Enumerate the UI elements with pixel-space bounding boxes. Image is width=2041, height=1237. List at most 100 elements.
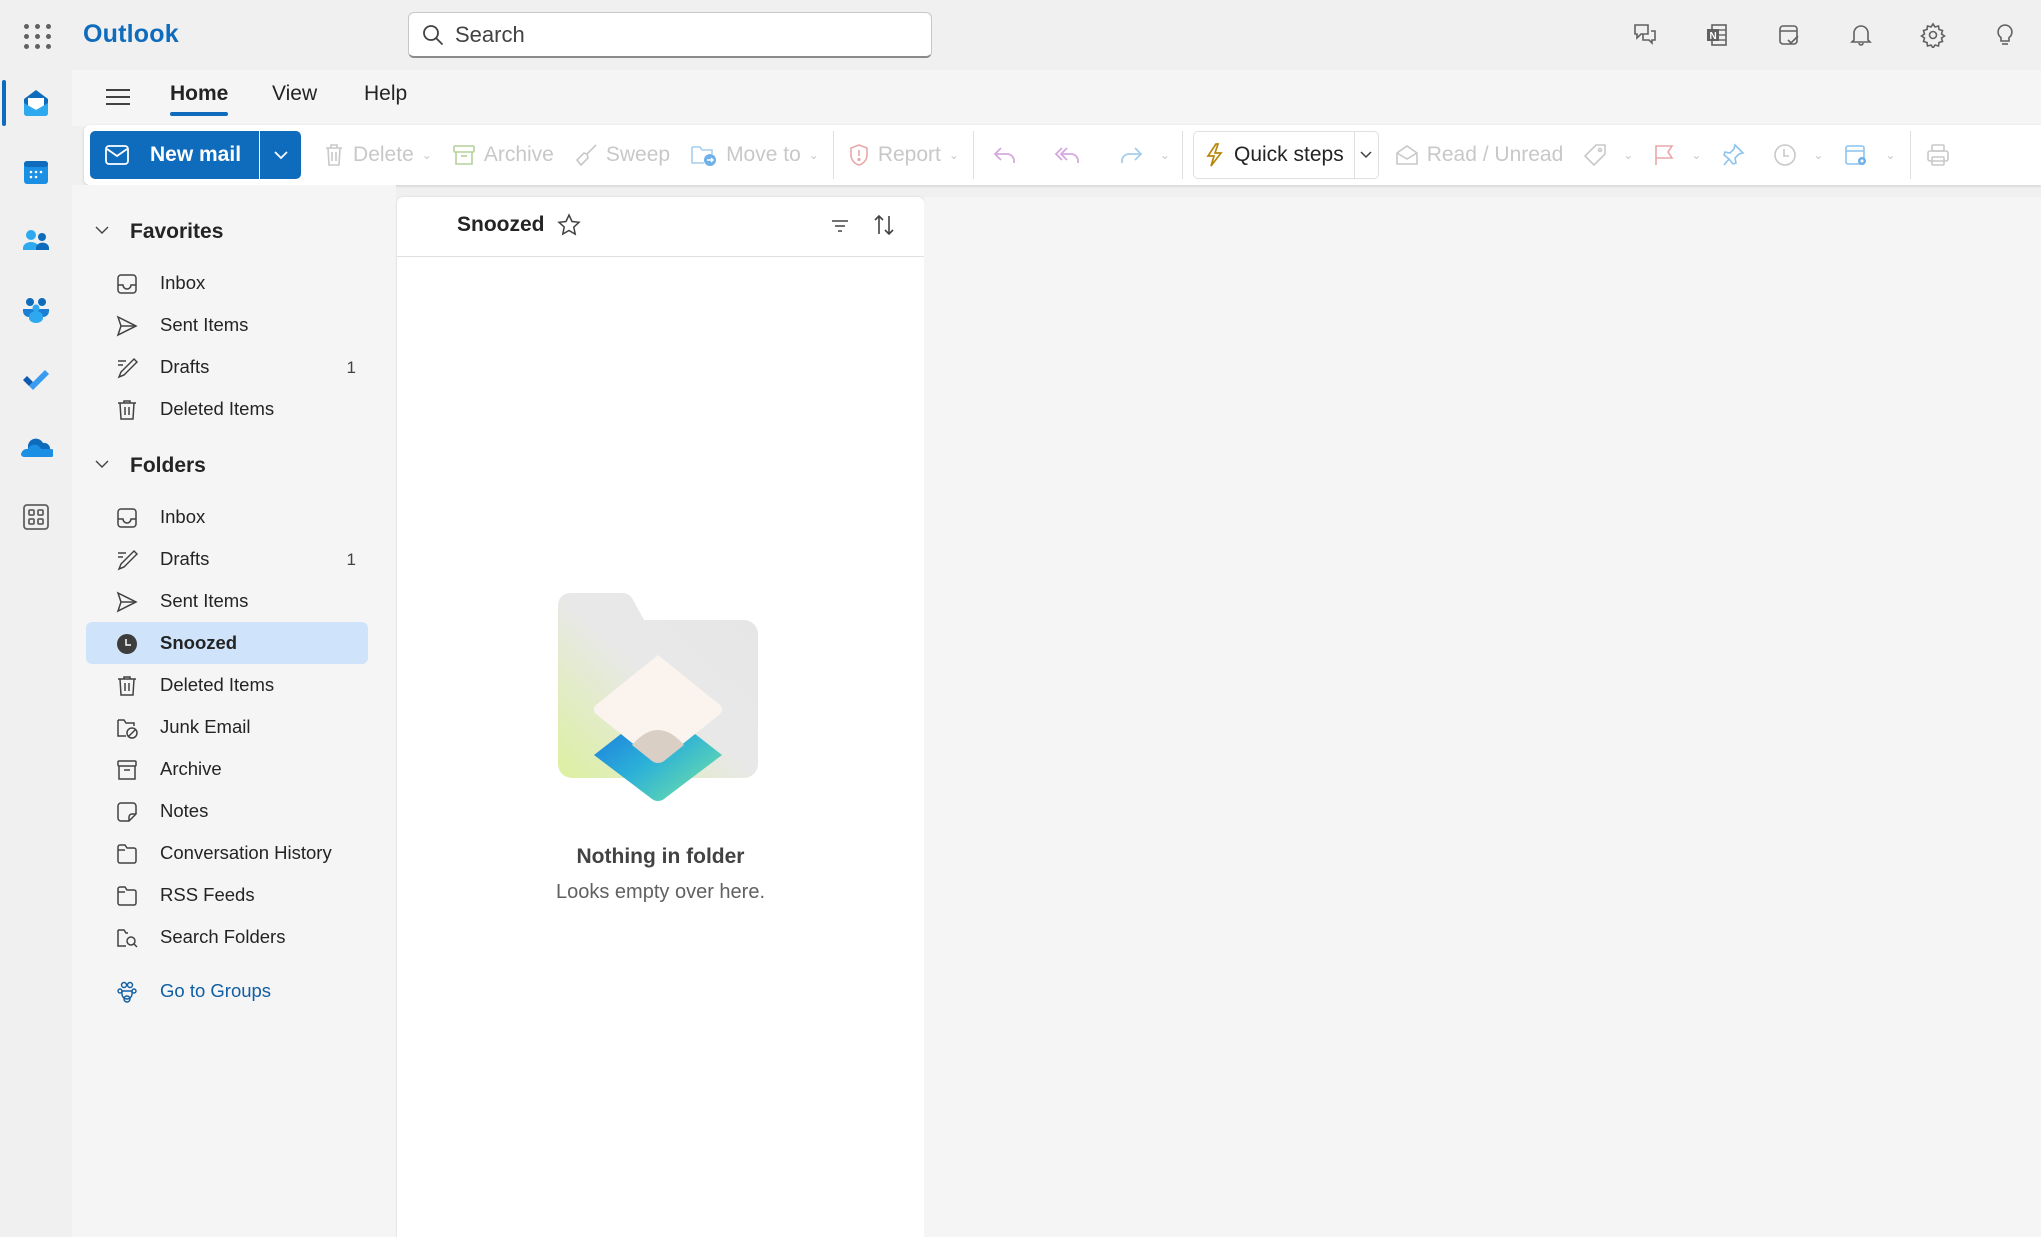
- folder-item-drafts[interactable]: Drafts 1: [86, 538, 368, 580]
- go-to-groups-link[interactable]: Go to Groups: [86, 970, 368, 1012]
- empty-state-title: Nothing in folder: [576, 845, 745, 868]
- sort-icon[interactable]: [871, 212, 897, 238]
- message-list-pane: Snoozed Nothing in folder Looks empty ov…: [397, 197, 924, 1237]
- folder-pane: Favorites Inbox Sent Items Drafts 1 Dele…: [72, 185, 396, 1237]
- move-folder-icon: [691, 146, 717, 166]
- archive-button[interactable]: Archive: [442, 133, 564, 177]
- send-icon: [116, 315, 138, 337]
- chevron-down-icon[interactable]: ⌄: [422, 148, 432, 162]
- rail-todo[interactable]: [0, 351, 72, 407]
- message-list-header: Snoozed: [397, 197, 924, 257]
- send-icon: [116, 591, 138, 613]
- rail-groups[interactable]: [0, 282, 72, 338]
- groups-icon: [117, 981, 137, 1003]
- feedback-icon[interactable]: [1609, 14, 1681, 56]
- folder-item-deleted-items[interactable]: Deleted Items: [86, 664, 368, 706]
- pin-button[interactable]: [1711, 133, 1763, 177]
- tips-lightbulb-icon[interactable]: [1969, 14, 2041, 56]
- chevron-down-icon[interactable]: ⌄: [1160, 148, 1170, 162]
- my-day-icon[interactable]: [1753, 14, 1825, 56]
- chevron-down-icon[interactable]: ⌄: [1623, 148, 1633, 162]
- folder-item-inbox[interactable]: Inbox: [86, 496, 368, 538]
- search-folder-icon: [117, 929, 138, 948]
- quick-steps-dropdown[interactable]: [1353, 132, 1378, 178]
- forward-button[interactable]: ⌄: [1104, 133, 1178, 177]
- folder-item-rss-feeds[interactable]: RSS Feeds: [86, 874, 368, 916]
- favorite-item-sent-items[interactable]: Sent Items: [86, 304, 368, 346]
- rail-more-apps[interactable]: [0, 489, 72, 545]
- print-button[interactable]: [1915, 133, 1969, 177]
- app-launcher-waffle-icon[interactable]: [20, 20, 51, 50]
- chevron-down-icon: [1360, 151, 1372, 159]
- quick-steps-button[interactable]: Quick steps: [1194, 142, 1354, 168]
- envelope-open-icon: [1395, 145, 1418, 165]
- folder-item-junk-email[interactable]: Junk Email: [86, 706, 368, 748]
- folder-item-sent-items[interactable]: Sent Items: [86, 580, 368, 622]
- folder-icon: [117, 844, 137, 864]
- new-mail-dropdown[interactable]: [259, 131, 301, 179]
- people-app-icon: [23, 230, 49, 250]
- reply-button[interactable]: [978, 133, 1040, 177]
- ribbon-tabs: Home View Help: [72, 70, 2041, 126]
- toolbar-divider: [1909, 131, 1911, 179]
- favorites-label: Favorites: [130, 220, 224, 243]
- empty-folder-illustration: [558, 592, 758, 801]
- hamburger-menu-icon[interactable]: [102, 84, 134, 112]
- more-apps-icon: [23, 504, 49, 530]
- tag-icon: [1584, 144, 1607, 167]
- star-favorite-icon[interactable]: [557, 213, 581, 237]
- flag-icon: [1655, 145, 1674, 165]
- onenote-icon[interactable]: N: [1681, 14, 1753, 56]
- folder-item-archive[interactable]: Archive: [86, 748, 368, 790]
- rail-onedrive[interactable]: [0, 420, 72, 476]
- unread-count: 1: [346, 358, 356, 377]
- snooze-button[interactable]: ⌄: [1763, 133, 1833, 177]
- sweep-button[interactable]: Sweep: [564, 133, 680, 177]
- tab-home[interactable]: Home: [170, 82, 229, 116]
- rail-calendar[interactable]: [0, 144, 72, 200]
- folder-item-search-folders[interactable]: Search Folders: [86, 916, 368, 958]
- folder-item-snoozed[interactable]: Snoozed: [86, 622, 368, 664]
- pin-icon: [1723, 143, 1745, 166]
- archive-label: Archive: [483, 143, 554, 166]
- chevron-down-icon[interactable]: ⌄: [809, 148, 819, 162]
- lightning-icon: [1206, 143, 1223, 167]
- rail-people[interactable]: [0, 213, 72, 269]
- unread-count: 1: [346, 550, 356, 569]
- archive-icon: [453, 145, 475, 165]
- read-unread-button[interactable]: Read / Unread: [1385, 133, 1574, 177]
- onedrive-app-icon: [20, 438, 53, 458]
- chevron-down-icon[interactable]: ⌄: [1813, 148, 1823, 162]
- folder-item-notes[interactable]: Notes: [86, 790, 368, 832]
- rail-mail[interactable]: [0, 75, 72, 131]
- trash-icon: [118, 400, 136, 420]
- notifications-bell-icon[interactable]: [1825, 14, 1897, 56]
- chevron-down-icon[interactable]: ⌄: [949, 148, 959, 162]
- todo-app-icon: [23, 370, 49, 390]
- rules-button[interactable]: ⌄: [1833, 133, 1905, 177]
- report-button[interactable]: Report ⌄: [838, 133, 969, 177]
- chevron-down-icon[interactable]: ⌄: [1885, 148, 1895, 162]
- inbox-icon: [117, 274, 137, 294]
- tab-view[interactable]: View: [272, 82, 317, 112]
- folder-item-conversation-history[interactable]: Conversation History: [86, 832, 368, 874]
- settings-gear-icon[interactable]: [1897, 14, 1969, 56]
- favorite-item-drafts[interactable]: Drafts 1: [86, 346, 368, 388]
- tab-help[interactable]: Help: [364, 82, 407, 112]
- search-input[interactable]: [455, 21, 895, 48]
- search-box[interactable]: [408, 12, 932, 58]
- favorite-item-deleted-items[interactable]: Deleted Items: [86, 388, 368, 430]
- reply-all-icon: [1054, 147, 1079, 163]
- delete-button[interactable]: Delete ⌄: [313, 133, 442, 177]
- filter-icon[interactable]: [829, 215, 851, 237]
- move-to-button[interactable]: Move to ⌄: [680, 133, 829, 177]
- favorite-item-inbox[interactable]: Inbox: [86, 262, 368, 304]
- flag-button[interactable]: ⌄: [1643, 133, 1711, 177]
- categorize-button[interactable]: ⌄: [1573, 133, 1643, 177]
- app-brand[interactable]: Outlook: [83, 20, 179, 49]
- chevron-down-icon[interactable]: ⌄: [1691, 148, 1701, 162]
- new-mail-button[interactable]: New mail: [90, 131, 259, 179]
- printer-icon: [1926, 144, 1949, 166]
- trash-icon: [118, 676, 136, 696]
- reply-all-button[interactable]: [1040, 133, 1104, 177]
